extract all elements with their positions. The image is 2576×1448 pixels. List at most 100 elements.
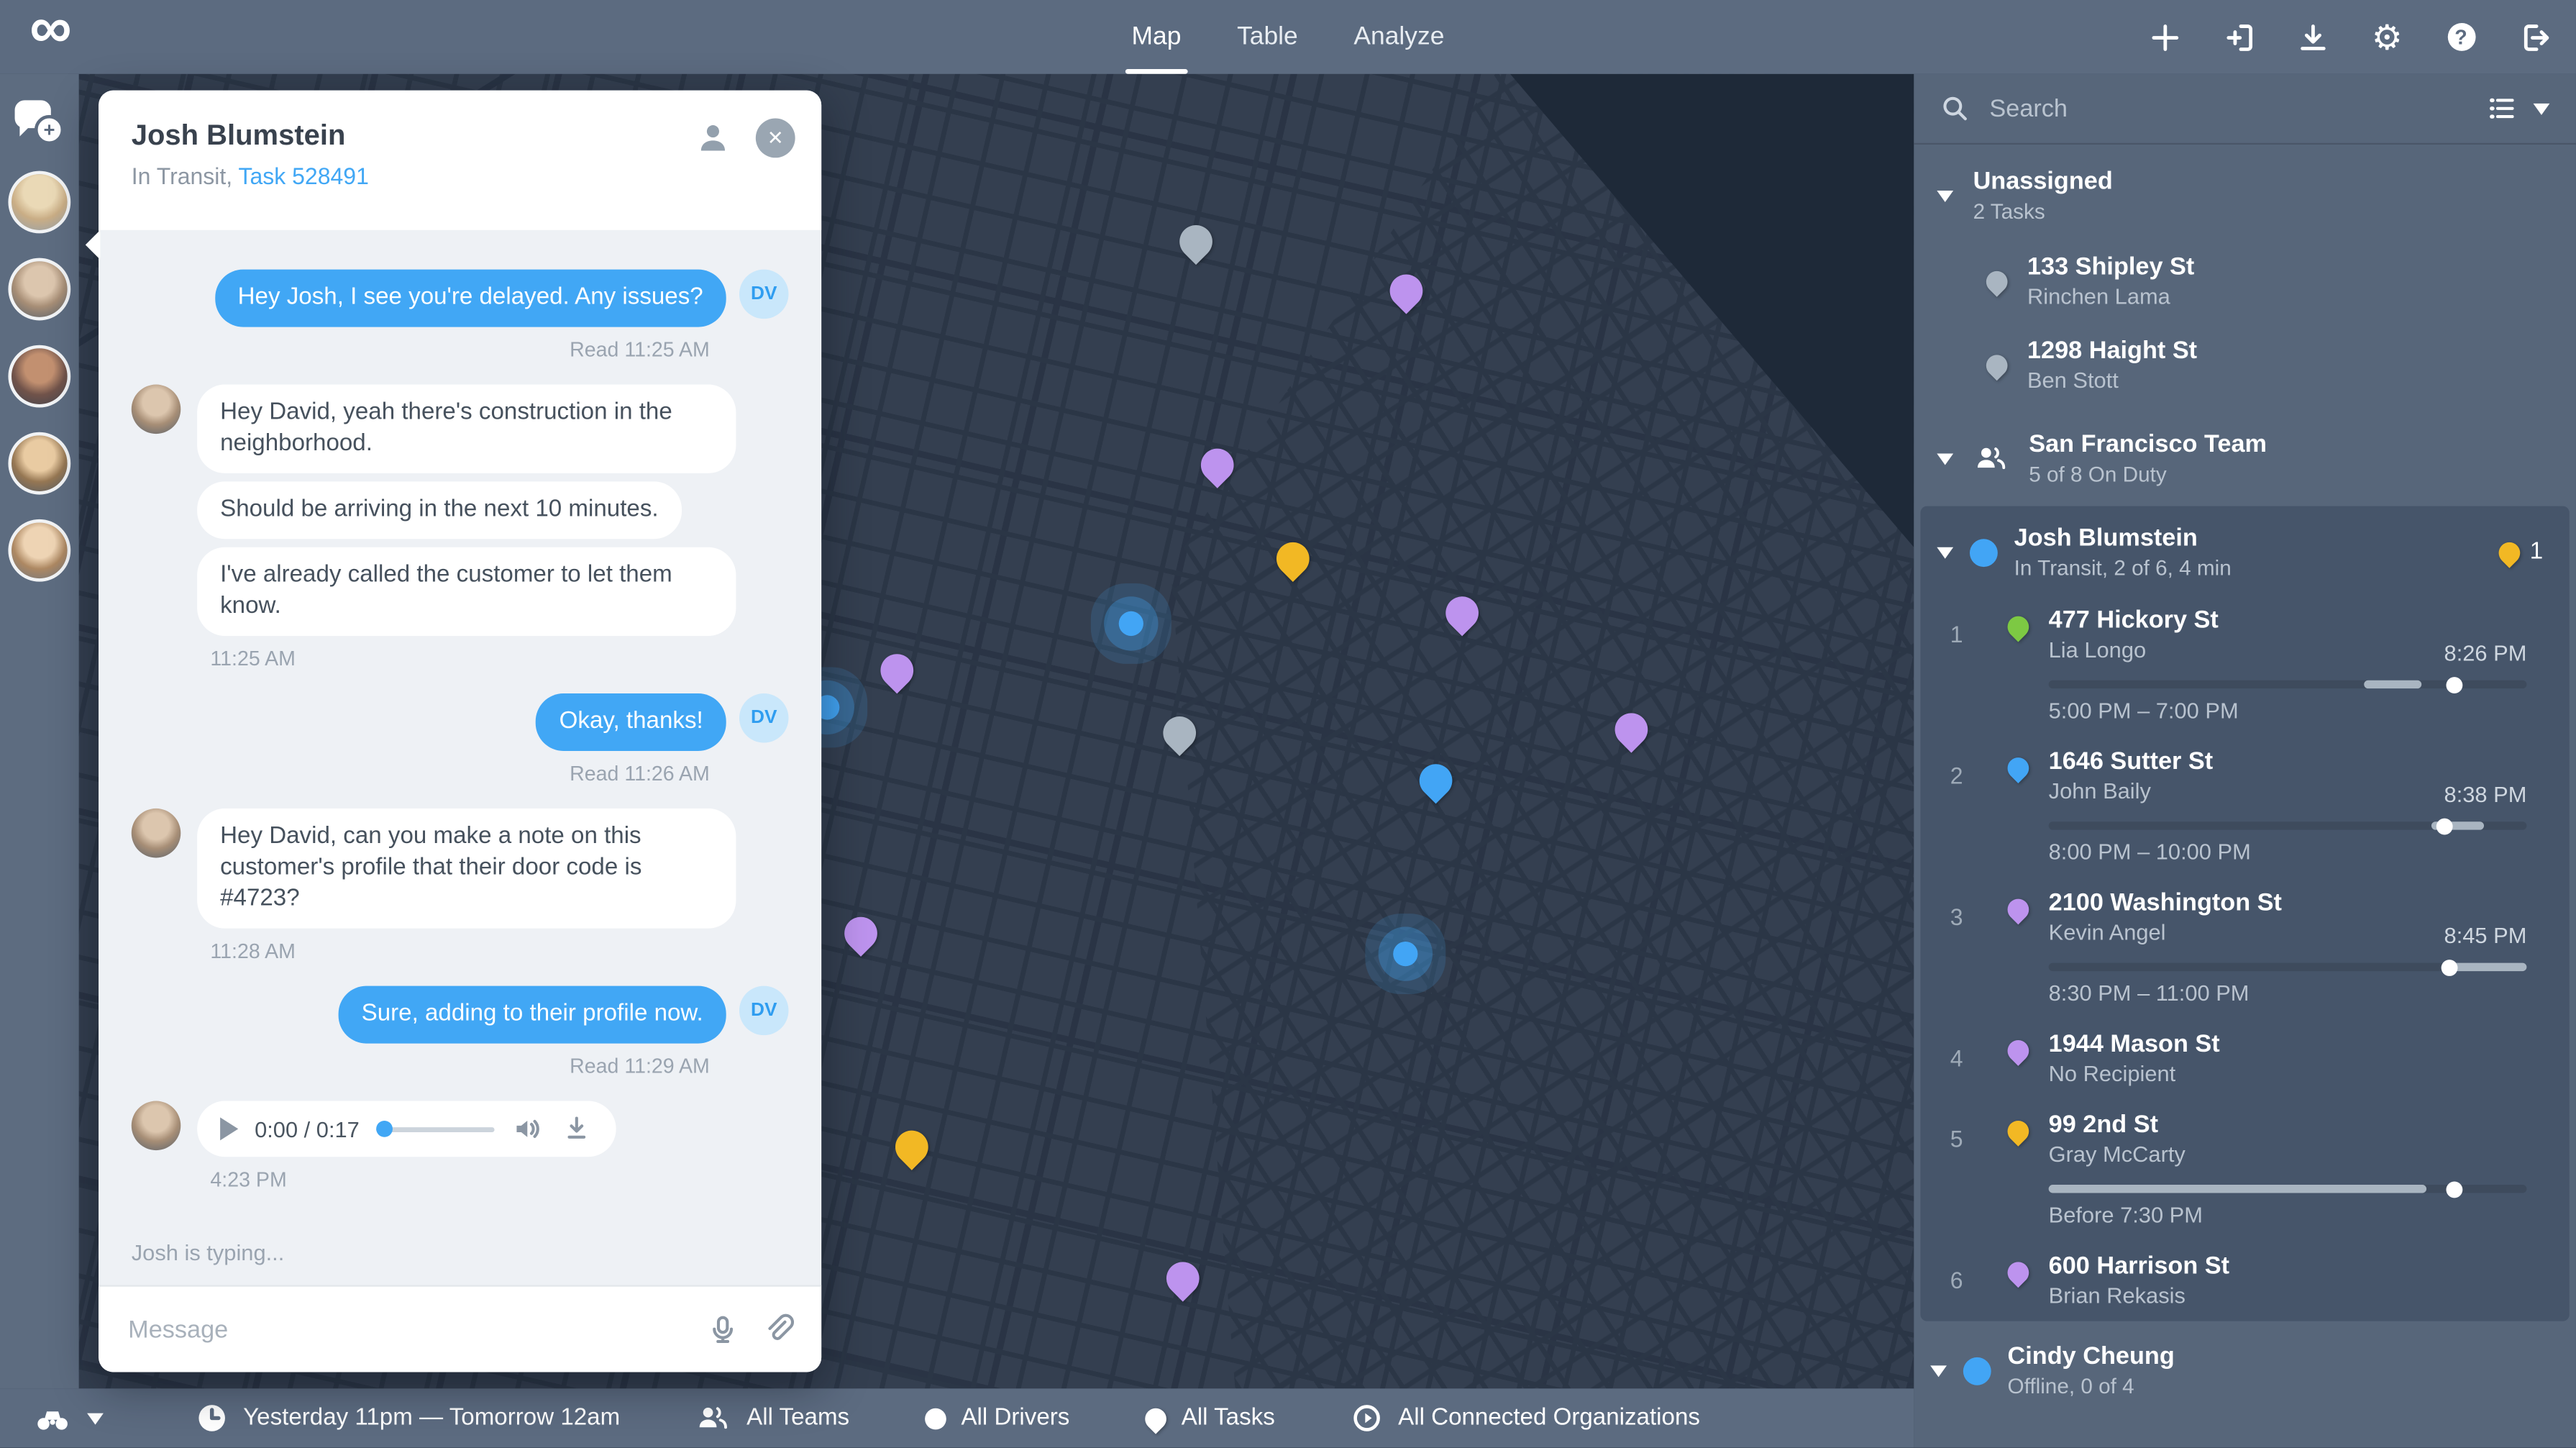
task-pin-icon — [1982, 267, 2012, 297]
driver-status: Offline, 0 of 4 — [2008, 1372, 2175, 1400]
task-row[interactable]: 599 2nd StGray McCartyBefore 7:30 PM — [1920, 1099, 2569, 1240]
avatar[interactable] — [8, 519, 70, 582]
person-icon[interactable] — [695, 120, 731, 156]
driver-name: Cindy Cheung — [2008, 1341, 2175, 1372]
task-progress-bar — [2049, 821, 2527, 829]
scope-selector[interactable] — [33, 1402, 104, 1435]
team-icon — [695, 1402, 731, 1435]
team-icon — [1973, 442, 2009, 475]
attachment-icon[interactable] — [762, 1313, 795, 1346]
volume-icon[interactable] — [511, 1113, 544, 1146]
active-chat-pointer — [86, 230, 101, 260]
message-input[interactable] — [125, 1313, 684, 1344]
task-time-window: Before 7:30 PM — [2049, 1203, 2527, 1231]
avatar[interactable] — [8, 432, 70, 495]
typing-indicator: Josh is typing... — [132, 1241, 285, 1265]
app-window: ∞ Map Table Analyze ⚙ ? + — [0, 0, 2576, 1448]
task-pin-icon — [2002, 1257, 2032, 1288]
group-sf-team[interactable]: San Francisco Team 5 of 8 On Duty — [1914, 408, 2576, 503]
avatar[interactable] — [8, 171, 70, 234]
driver-location-dot[interactable] — [1119, 611, 1143, 636]
logout-icon[interactable] — [2517, 19, 2553, 55]
add-task-icon[interactable] — [2147, 19, 2183, 55]
collapse-caret-icon[interactable] — [1937, 452, 1953, 464]
task-row[interactable]: 1477 Hickory StLia Longo8:26 PM5:00 PM –… — [1920, 595, 2569, 736]
task-recipient: Rinchen Lama — [2027, 283, 2194, 312]
task-recipient: No Recipient — [2049, 1060, 2176, 1089]
play-icon[interactable] — [220, 1117, 238, 1140]
task-row[interactable]: 133 Shipley St Rinchen Lama — [1914, 240, 2576, 324]
list-view-icon[interactable] — [2488, 94, 2517, 123]
avatar — [132, 385, 181, 434]
filter-bar: Yesterday 11pm — Tomorrow 12am All Teams… — [0, 1388, 1914, 1447]
task-row[interactable]: 41944 Mason StNo Recipient — [1920, 1019, 2569, 1099]
sidebar-search-row — [1914, 74, 2576, 145]
message-incoming: Hey David, can you make a note on this c… — [132, 809, 789, 929]
search-input[interactable] — [1986, 93, 2471, 124]
download-audio-icon[interactable] — [560, 1113, 593, 1146]
chat-driver-status: In Transit, Task 528491 — [132, 163, 369, 189]
task-time-window: 8:00 PM – 10:00 PM — [2049, 839, 2527, 868]
export-download-icon[interactable] — [2295, 19, 2331, 55]
message-bubble: Sure, adding to their profile now. — [339, 986, 726, 1044]
new-chat-icon[interactable]: + — [15, 97, 65, 147]
task-number: 6 — [1920, 1250, 1993, 1311]
filter-label: All Drivers — [961, 1405, 1069, 1431]
tab-analyze[interactable]: Analyze — [1353, 0, 1444, 74]
filter-label: All Tasks — [1182, 1405, 1275, 1431]
filter-tasks[interactable]: All Tasks — [1145, 1405, 1274, 1431]
chevron-down-icon[interactable] — [2534, 103, 2550, 114]
message-timestamp: 11:28 AM — [132, 940, 789, 963]
group-unassigned[interactable]: Unassigned 2 Tasks — [1914, 145, 2576, 240]
filter-date-range[interactable]: Yesterday 11pm — Tomorrow 12am — [196, 1402, 620, 1435]
topbar: ∞ Map Table Analyze ⚙ ? — [0, 0, 2576, 74]
filter-drivers[interactable]: All Drivers — [925, 1405, 1069, 1431]
task-recipient: Ben Stott — [2027, 366, 2197, 396]
task-pin-icon — [2002, 894, 2032, 924]
task-row[interactable]: 6 600 Harrison StBrian Rekasis — [1920, 1241, 2569, 1321]
audio-time: 0:00 / 0:17 — [255, 1116, 360, 1141]
filter-label: All Connected Organizations — [1398, 1405, 1700, 1431]
collapse-caret-icon[interactable] — [1937, 190, 1953, 201]
avatar: DV — [739, 270, 789, 319]
group-subtitle: 5 of 8 On Duty — [2029, 460, 2267, 488]
task-eta: 8:45 PM — [2444, 924, 2527, 948]
message-incoming: Hey David, yeah there's construction in … — [132, 385, 789, 637]
collapse-caret-icon[interactable] — [1930, 1365, 1947, 1376]
collapse-caret-icon[interactable] — [1937, 547, 1953, 558]
import-tasks-icon[interactable] — [2221, 19, 2257, 55]
task-address: 1646 Sutter St — [2049, 746, 2527, 777]
conversation-rail: + — [0, 74, 79, 1389]
tab-table[interactable]: Table — [1237, 0, 1298, 74]
task-row[interactable]: 21646 Sutter StJohn Baily8:38 PM8:00 PM … — [1920, 736, 2569, 877]
task-recipient: Brian Rekasis — [2049, 1282, 2186, 1311]
driver-row-josh[interactable]: Josh Blumstein In Transit, 2 of 6, 4 min… — [1920, 506, 2569, 595]
group-title: San Francisco Team — [2029, 429, 2267, 460]
avatar[interactable] — [8, 345, 70, 408]
message-receipt: Read 11:26 AM — [132, 762, 789, 786]
task-progress-bar — [2049, 963, 2527, 971]
audio-seek-slider[interactable] — [376, 1126, 494, 1131]
help-icon[interactable]: ? — [2443, 19, 2479, 55]
search-icon — [1940, 94, 1970, 123]
task-recipient: John Baily — [2049, 778, 2151, 807]
driver-location-dot[interactable] — [1393, 942, 1417, 966]
message-bubble: I've already called the customer to let … — [197, 547, 736, 636]
filter-teams[interactable]: All Teams — [695, 1402, 849, 1435]
chat-status-text: In Transit, — [132, 163, 239, 189]
avatar[interactable] — [8, 258, 70, 321]
task-row[interactable]: 1298 Haight St Ben Stott — [1914, 324, 2576, 408]
pending-count: 1 — [2530, 539, 2543, 565]
task-row[interactable]: 32100 Washington StKevin Angel8:45 PM8:3… — [1920, 878, 2569, 1019]
close-icon[interactable]: ✕ — [756, 118, 795, 158]
task-address: 600 Harrison St — [2049, 1250, 2527, 1281]
message-bubble: Okay, thanks! — [536, 693, 726, 751]
filter-organizations[interactable]: All Connected Organizations — [1351, 1402, 1700, 1435]
settings-gear-icon[interactable]: ⚙ — [2369, 19, 2405, 55]
message-bubble: Should be arriving in the next 10 minute… — [197, 481, 681, 539]
mic-icon[interactable] — [706, 1313, 739, 1346]
message-outgoing: Sure, adding to their profile now. DV — [132, 986, 789, 1044]
task-link[interactable]: Task 528491 — [238, 163, 368, 189]
driver-row-cindy[interactable]: Cindy Cheung Offline, 0 of 4 — [1914, 1324, 2576, 1413]
tab-map[interactable]: Map — [1132, 0, 1182, 74]
